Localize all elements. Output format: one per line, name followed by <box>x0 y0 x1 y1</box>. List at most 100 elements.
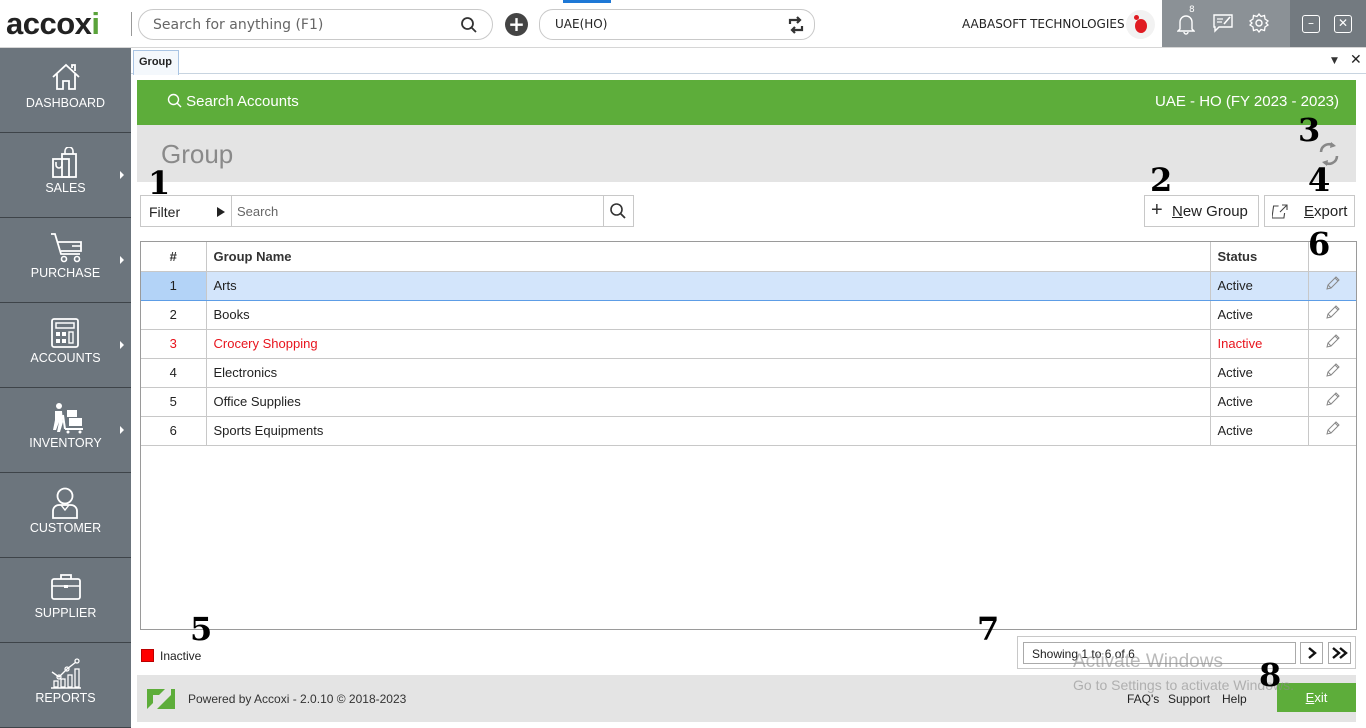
page-title: Group <box>161 139 234 169</box>
next-page-button[interactable] <box>1300 642 1323 664</box>
company-selector[interactable]: AABASOFT TECHNOLOGIES▶ <box>962 17 1135 31</box>
message-edit-icon[interactable] <box>1213 13 1233 33</box>
pencil-icon <box>1326 392 1340 406</box>
help-link[interactable]: Help <box>1222 692 1247 706</box>
double-chevron-right-icon <box>1331 647 1348 659</box>
table-row[interactable]: 6 Sports Equipments Active <box>141 416 1356 446</box>
row-number: 1 <box>141 271 207 301</box>
row-number: 6 <box>141 416 207 446</box>
caret-right-icon <box>120 341 124 349</box>
notification-count: 8 <box>1189 5 1195 15</box>
cart-icon <box>51 233 82 263</box>
sidebar-item-sales[interactable]: SALES <box>0 133 131 218</box>
faq-link[interactable]: FAQ's <box>1127 692 1159 706</box>
new-group-label: ew Group <box>1182 203 1248 220</box>
callout-4: 4 <box>1308 161 1331 199</box>
pencil-icon <box>1326 334 1340 348</box>
group-name-cell[interactable]: Books <box>206 300 1211 330</box>
row-number: 3 <box>141 329 207 359</box>
warehouse-worker-icon <box>53 403 83 434</box>
group-name-cell[interactable]: Sports Equipments <box>206 416 1211 446</box>
group-name-cell[interactable]: Crocery Shopping <box>206 329 1211 359</box>
status-cell: Active <box>1210 387 1309 417</box>
gear-icon[interactable] <box>1249 13 1269 33</box>
search-accounts-label: Search Accounts <box>186 93 299 110</box>
column-header-status[interactable]: Status <box>1210 242 1309 272</box>
table-row[interactable]: 3 Crocery Shopping Inactive <box>141 329 1356 359</box>
column-header-group-name[interactable]: Group Name <box>206 242 1211 272</box>
user-icon <box>52 487 78 519</box>
export-accesskey: E <box>1304 203 1315 220</box>
status-cell: Active <box>1210 358 1309 388</box>
close-tab-icon[interactable]: ✕ <box>1350 52 1362 68</box>
sidebar-item-label: SALES <box>45 181 86 195</box>
status-cell: Active <box>1210 300 1309 330</box>
edit-button[interactable] <box>1308 300 1356 330</box>
callout-3: 3 <box>1298 111 1321 149</box>
edit-button[interactable] <box>1308 416 1356 446</box>
table-row[interactable]: 5 Office Supplies Active <box>141 387 1356 417</box>
status-cell: Active <box>1210 416 1309 446</box>
table-header-row: # Group Name Status <box>141 242 1356 272</box>
last-page-button[interactable] <box>1328 642 1351 664</box>
global-search-box[interactable] <box>138 9 493 40</box>
table-row[interactable]: 2 Books Active <box>141 300 1356 330</box>
close-icon[interactable]: ✕ <box>1334 15 1352 33</box>
title-bar: Group <box>137 125 1356 182</box>
sidebar-item-accounts[interactable]: ACCOUNTS <box>0 303 131 388</box>
group-name-cell[interactable]: Electronics <box>206 358 1211 388</box>
group-grid: # Group Name Status 1 Arts Active 2 Book… <box>140 241 1357 630</box>
caret-right-icon <box>120 171 124 179</box>
group-table: # Group Name Status 1 Arts Active 2 Book… <box>141 242 1356 446</box>
chevron-right-icon <box>1307 647 1317 659</box>
chart-icon <box>51 658 81 689</box>
company-name: AABASOFT TECHNOLOGIES <box>962 17 1125 31</box>
sidebar-item-customer[interactable]: CUSTOMER <box>0 473 131 558</box>
branch-selector[interactable]: UAE(HO) <box>539 9 815 40</box>
group-name-cell[interactable]: Office Supplies <box>206 387 1211 417</box>
top-bar: accoxi + UAE(HO) AABASOFT TECHNOLOGIES▶ … <box>0 0 1366 48</box>
search-icon[interactable] <box>609 202 627 220</box>
search-icon[interactable] <box>460 16 478 34</box>
export-icon <box>1272 204 1288 219</box>
export-label: xport <box>1314 203 1348 220</box>
bell-icon[interactable] <box>1177 13 1195 35</box>
company-avatar[interactable] <box>1126 10 1155 39</box>
logo-text: accox <box>6 6 92 41</box>
search-input[interactable] <box>237 202 597 220</box>
sidebar-item-dashboard[interactable]: DASHBOARD <box>0 48 131 133</box>
search-accounts-link[interactable]: Search Accounts <box>167 93 299 110</box>
tab-list-dropdown-icon[interactable]: ▼ <box>1331 56 1338 66</box>
status-cell: Inactive <box>1210 329 1309 359</box>
table-row[interactable]: 1 Arts Active <box>141 271 1356 301</box>
row-number: 5 <box>141 387 207 417</box>
divider <box>603 196 604 226</box>
status-cell: Active <box>1210 271 1309 301</box>
sidebar-item-reports[interactable]: REPORTS <box>0 643 131 728</box>
minimize-icon[interactable]: – <box>1302 15 1320 33</box>
new-group-button[interactable]: + New Group <box>1144 195 1259 227</box>
edit-button[interactable] <box>1308 358 1356 388</box>
group-name-cell[interactable]: Arts <box>206 271 1211 301</box>
edit-button[interactable] <box>1308 271 1356 301</box>
play-right-icon[interactable] <box>217 207 225 217</box>
plus-icon: + <box>1151 199 1163 221</box>
column-header-number[interactable]: # <box>141 242 207 272</box>
sidebar-item-inventory[interactable]: INVENTORY <box>0 388 131 473</box>
filter-toggle[interactable]: Filter <box>149 204 180 220</box>
legend-inactive: Inactive <box>141 649 201 663</box>
sidebar-item-purchase[interactable]: PURCHASE <box>0 218 131 303</box>
support-link[interactable]: Support <box>1168 692 1210 706</box>
sidebar-item-supplier[interactable]: SUPPLIER <box>0 558 131 643</box>
row-number: 4 <box>141 358 207 388</box>
table-row[interactable]: 4 Electronics Active <box>141 358 1356 388</box>
export-button[interactable]: Export <box>1264 195 1355 227</box>
add-icon[interactable]: + <box>505 13 528 36</box>
edit-button[interactable] <box>1308 387 1356 417</box>
swap-icon[interactable] <box>786 15 806 35</box>
tab-group[interactable]: Group <box>133 50 179 75</box>
sidebar-item-label: ACCOUNTS <box>30 351 101 365</box>
sidebar-item-label: CUSTOMER <box>29 521 102 535</box>
global-search-input[interactable] <box>153 16 453 34</box>
edit-button[interactable] <box>1308 329 1356 359</box>
